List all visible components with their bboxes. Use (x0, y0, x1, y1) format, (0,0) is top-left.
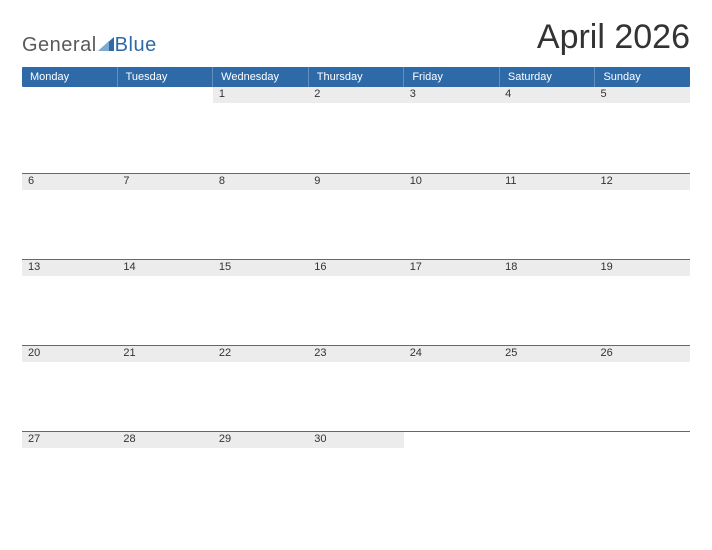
weekday-label: Saturday (500, 67, 596, 87)
day-cell: 16 (308, 260, 403, 345)
day-number: 1 (213, 87, 308, 103)
week-row: 12345 (22, 87, 690, 173)
day-number: 10 (404, 174, 499, 190)
brand-part1: General (22, 34, 97, 57)
day-number: 27 (22, 432, 117, 448)
day-number: 14 (117, 260, 212, 276)
weekday-label: Tuesday (118, 67, 214, 87)
day-number: 9 (308, 174, 403, 190)
day-cell: 18 (499, 260, 594, 345)
day-number: 5 (595, 87, 690, 103)
day-number: 25 (499, 346, 594, 362)
day-cell: 29 (213, 432, 308, 517)
day-cell: 14 (117, 260, 212, 345)
day-number: 12 (595, 174, 690, 190)
day-number: 13 (22, 260, 117, 276)
day-cell: 21 (117, 346, 212, 431)
day-cell: 15 (213, 260, 308, 345)
week-row: 20212223242526 (22, 345, 690, 431)
day-cell: 25 (499, 346, 594, 431)
day-cell: 1 (213, 87, 308, 173)
day-cell: 2 (308, 87, 403, 173)
weeks-container: 1234567891011121314151617181920212223242… (22, 87, 690, 517)
day-cell: 3 (404, 87, 499, 173)
day-cell: 11 (499, 174, 594, 259)
day-cell: 28 (117, 432, 212, 517)
day-cell (22, 87, 117, 173)
day-number: 17 (404, 260, 499, 276)
day-cell: 24 (404, 346, 499, 431)
brand-part2: Blue (115, 34, 157, 57)
day-number: 15 (213, 260, 308, 276)
weekday-label: Wednesday (213, 67, 309, 87)
weekday-label: Sunday (595, 67, 690, 87)
day-cell: 6 (22, 174, 117, 259)
day-number: 16 (308, 260, 403, 276)
day-number: 18 (499, 260, 594, 276)
day-cell: 23 (308, 346, 403, 431)
day-number: 28 (117, 432, 212, 448)
day-number: 8 (213, 174, 308, 190)
header: General Blue April 2026 (22, 18, 690, 57)
day-number (117, 87, 212, 103)
day-number (22, 87, 117, 103)
day-number: 6 (22, 174, 117, 190)
day-number: 19 (595, 260, 690, 276)
week-row: 13141516171819 (22, 259, 690, 345)
day-number: 7 (117, 174, 212, 190)
day-cell: 30 (308, 432, 403, 517)
day-number (404, 432, 499, 448)
day-cell: 9 (308, 174, 403, 259)
day-number: 29 (213, 432, 308, 448)
day-cell: 10 (404, 174, 499, 259)
day-cell (404, 432, 499, 517)
day-number: 22 (213, 346, 308, 362)
day-cell: 7 (117, 174, 212, 259)
week-row: 27282930 (22, 431, 690, 517)
day-cell: 26 (595, 346, 690, 431)
day-number: 4 (499, 87, 594, 103)
day-number: 23 (308, 346, 403, 362)
day-number: 3 (404, 87, 499, 103)
day-cell (499, 432, 594, 517)
weekday-label: Thursday (309, 67, 405, 87)
day-number (595, 432, 690, 448)
day-cell (117, 87, 212, 173)
day-cell: 12 (595, 174, 690, 259)
day-cell (595, 432, 690, 517)
day-cell: 22 (213, 346, 308, 431)
logo-triangle-icon (98, 34, 114, 57)
day-cell: 27 (22, 432, 117, 517)
day-cell: 20 (22, 346, 117, 431)
day-number: 26 (595, 346, 690, 362)
weekday-label: Monday (22, 67, 118, 87)
week-row: 6789101112 (22, 173, 690, 259)
day-number: 2 (308, 87, 403, 103)
day-number: 21 (117, 346, 212, 362)
day-number: 24 (404, 346, 499, 362)
brand-logo: General Blue (22, 34, 157, 57)
day-cell: 19 (595, 260, 690, 345)
day-cell: 17 (404, 260, 499, 345)
day-cell: 13 (22, 260, 117, 345)
weekday-header: Monday Tuesday Wednesday Thursday Friday… (22, 67, 690, 87)
day-number: 20 (22, 346, 117, 362)
weekday-label: Friday (404, 67, 500, 87)
day-cell: 4 (499, 87, 594, 173)
day-cell: 5 (595, 87, 690, 173)
day-number: 11 (499, 174, 594, 190)
day-cell: 8 (213, 174, 308, 259)
calendar: Monday Tuesday Wednesday Thursday Friday… (22, 67, 690, 517)
day-number (499, 432, 594, 448)
page-title: April 2026 (537, 18, 690, 57)
day-number: 30 (308, 432, 403, 448)
